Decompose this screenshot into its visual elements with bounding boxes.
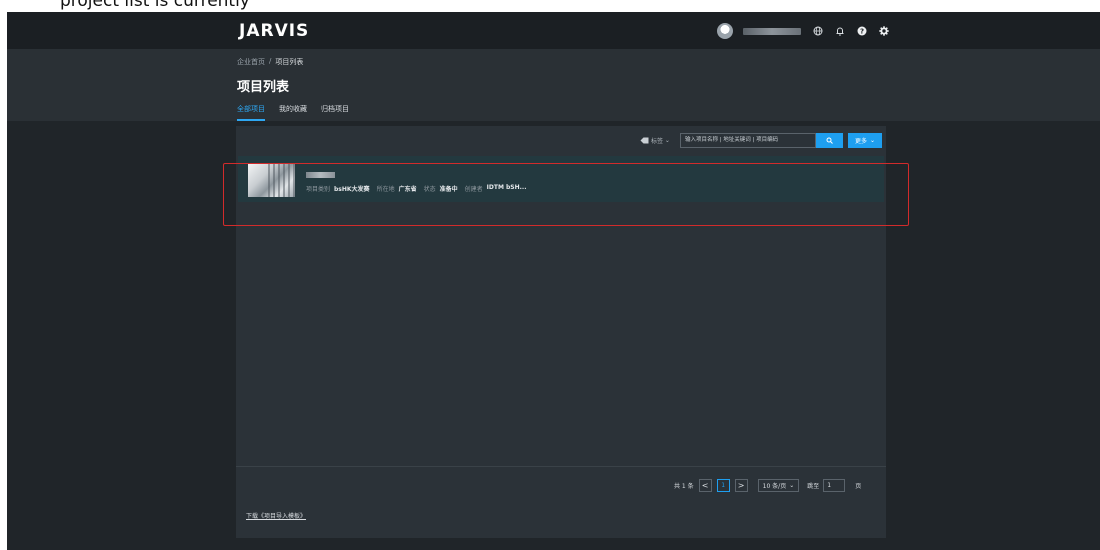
search-button[interactable] bbox=[815, 132, 843, 148]
tag-icon bbox=[640, 137, 649, 143]
page-title: 项目列表 bbox=[237, 80, 290, 95]
page-unit-label: 页 bbox=[855, 482, 862, 490]
search-icon bbox=[826, 137, 833, 144]
top-navbar: JARVIS ? bbox=[7, 12, 1100, 49]
avatar[interactable] bbox=[717, 23, 733, 39]
next-page-button[interactable]: > bbox=[734, 478, 748, 492]
svg-text:?: ? bbox=[860, 28, 864, 36]
caption-strip: project list is currently bbox=[0, 0, 1100, 12]
app-logo[interactable]: JARVIS bbox=[239, 21, 309, 41]
page-number-current[interactable]: 1 bbox=[716, 478, 730, 492]
search-input[interactable] bbox=[679, 132, 816, 148]
username-blurred[interactable] bbox=[743, 27, 801, 35]
breadcrumb-separator: / bbox=[269, 57, 272, 65]
tab-archived[interactable]: 归档项目 bbox=[321, 104, 349, 121]
toolbar: 标签 ⌄ 更多 ⌄ bbox=[640, 132, 882, 148]
chevron-down-icon: ⌄ bbox=[789, 481, 795, 489]
tab-favorites[interactable]: 我的收藏 bbox=[279, 104, 307, 121]
divider bbox=[236, 466, 886, 467]
total-count: 共 1 条 bbox=[674, 482, 694, 490]
download-template-link[interactable]: 下载《项目导入模板》 bbox=[246, 511, 306, 520]
project-card[interactable]: 项目类别 bsHK大发赛 所在地 广东省 状态 准备中 创建者 IDTM bSH… bbox=[238, 156, 884, 202]
navbar-user-area: ? bbox=[717, 22, 889, 40]
breadcrumb: 企业首页 / 项目列表 bbox=[237, 57, 303, 67]
more-button-label: 更多 bbox=[854, 137, 867, 145]
project-name-blurred[interactable] bbox=[306, 172, 335, 178]
gear-icon[interactable] bbox=[879, 26, 889, 36]
page-header: 企业首页 / 项目列表 项目列表 全部项目 我的收藏 归档项目 bbox=[7, 49, 1100, 121]
more-button[interactable]: 更多 ⌄ bbox=[847, 132, 882, 148]
category-label: 项目类别 bbox=[306, 186, 331, 193]
category-value: bsHK大发赛 bbox=[334, 186, 370, 193]
status-value: 准备中 bbox=[439, 186, 458, 193]
breadcrumb-current: 项目列表 bbox=[275, 58, 304, 66]
help-icon[interactable]: ? bbox=[857, 26, 867, 36]
project-list-panel: 标签 ⌄ 更多 ⌄ 项目类别 bsHK大发赛 所在地 广东省 状态 准备中 bbox=[236, 126, 886, 538]
pagination: 共 1 条 < 1 > 10 条/页 ⌄ 跳至 页 bbox=[674, 478, 861, 492]
breadcrumb-home[interactable]: 企业首页 bbox=[237, 57, 265, 67]
tag-filter-label: 标签 bbox=[651, 137, 664, 145]
tab-all-projects[interactable]: 全部项目 bbox=[237, 104, 265, 121]
chevron-down-icon: ⌄ bbox=[869, 136, 875, 144]
globe-icon[interactable] bbox=[813, 26, 823, 36]
tag-filter-dropdown[interactable]: 标签 ⌄ bbox=[640, 136, 670, 145]
project-meta: 项目类别 bsHK大发赛 所在地 广东省 状态 准备中 创建者 IDTM bSH… bbox=[306, 184, 529, 193]
creator-value: IDTM bSH... bbox=[486, 184, 527, 191]
caption-text: project list is currently bbox=[60, 0, 250, 11]
status-label: 状态 bbox=[423, 186, 436, 193]
bell-icon[interactable] bbox=[835, 26, 845, 36]
location-label: 所在地 bbox=[376, 186, 395, 193]
creator-label: 创建者 bbox=[464, 186, 483, 193]
tab-bar: 全部项目 我的收藏 归档项目 bbox=[237, 104, 349, 121]
project-thumbnail bbox=[248, 164, 295, 197]
goto-label: 跳至 bbox=[807, 482, 820, 490]
page-size-select[interactable]: 10 条/页 ⌄ bbox=[757, 478, 800, 492]
app-window: JARVIS ? 企业首页 / 项目列表 项目列表 全部项目 我的收藏 归档项目… bbox=[7, 12, 1100, 550]
prev-page-button[interactable]: < bbox=[698, 478, 712, 492]
location-value: 广东省 bbox=[398, 186, 417, 193]
chevron-down-icon: ⌄ bbox=[663, 136, 670, 144]
page-size-value: 10 条/页 bbox=[762, 482, 787, 490]
goto-page-input[interactable] bbox=[823, 478, 846, 492]
